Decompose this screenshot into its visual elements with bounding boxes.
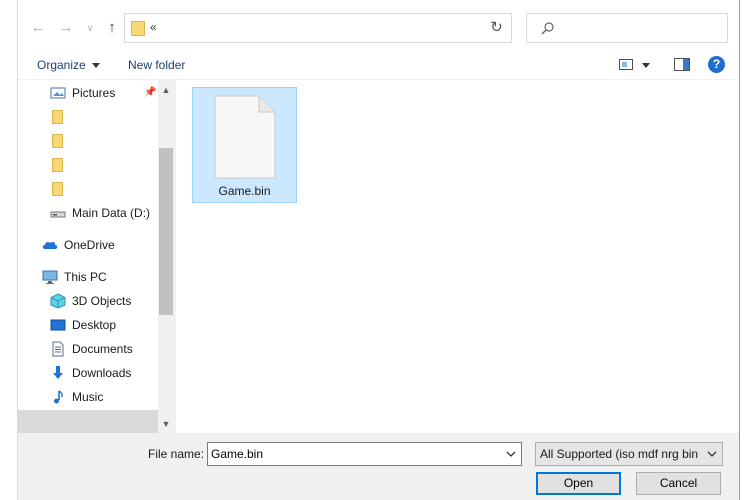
chevron-down-icon[interactable]	[505, 448, 517, 460]
folder-icon	[131, 21, 145, 36]
file-type-filter-value: All Supported (iso mdf nrg bin	[540, 447, 699, 461]
refresh-icon: ↻	[490, 19, 503, 36]
drive-icon	[50, 211, 66, 218]
nav-item-documents[interactable]: Documents	[50, 338, 133, 360]
nav-item-label: 3D Objects	[72, 294, 132, 308]
file-item[interactable]: Game.bin	[192, 87, 297, 203]
help-icon[interactable]: ?	[708, 56, 725, 73]
scroll-down-icon[interactable]: ▼	[158, 416, 174, 433]
new-folder-label: New folder	[128, 58, 186, 72]
pin-icon[interactable]: 📌	[144, 87, 156, 98]
command-bar: Organize New folder ?	[18, 52, 739, 80]
nav-item-label: Pictures	[72, 86, 116, 100]
address-bar[interactable]: «	[124, 13, 575, 43]
nav-scrollbar[interactable]: ▲ ▼	[158, 80, 174, 433]
folder-icon	[52, 110, 63, 124]
folder-icon	[52, 158, 63, 172]
this-pc-icon	[42, 270, 58, 284]
change-view-icon[interactable]	[619, 59, 633, 70]
recent-locations-button[interactable]: ∨	[80, 18, 100, 38]
nav-item-label: Downloads	[72, 366, 132, 380]
nav-item-main-data[interactable]: Main Data (D:)	[50, 202, 150, 224]
folder-icon	[52, 134, 63, 148]
downloads-icon	[53, 366, 63, 379]
forward-arrow-icon: →	[58, 19, 74, 36]
nav-item-label: This PC	[64, 270, 107, 284]
documents-icon	[52, 341, 64, 357]
navigation-pane-footer	[18, 410, 158, 433]
nav-item-folder[interactable]	[52, 178, 69, 200]
onedrive-icon	[42, 241, 58, 249]
chevron-down-icon	[707, 451, 717, 457]
new-folder-button[interactable]: New folder	[128, 58, 185, 72]
address-row: ← → ∨ ↑ « ↻	[18, 0, 739, 52]
nav-item-downloads[interactable]: Downloads	[50, 362, 131, 384]
refresh-button[interactable]: ↻	[482, 13, 512, 43]
desktop-icon	[50, 319, 66, 331]
caret-down-icon	[91, 63, 100, 69]
up-arrow-icon: ↑	[108, 19, 116, 36]
3d-objects-icon	[50, 293, 66, 309]
dialog-footer: File name: Game.bin All Supported (iso m…	[18, 433, 739, 500]
open-file-dialog: ← → ∨ ↑ « ↻ Organize New folder ? Pictur…	[17, 0, 740, 500]
file-type-filter-select[interactable]: All Supported (iso mdf nrg bin	[535, 442, 723, 466]
file-name-label: File name:	[148, 447, 205, 461]
nav-item-pictures[interactable]: Pictures	[50, 82, 115, 104]
nav-item-folder[interactable]	[52, 130, 69, 152]
open-button[interactable]: Open	[536, 472, 621, 495]
preview-pane-icon[interactable]	[674, 58, 690, 71]
folder-icon	[52, 182, 63, 196]
pictures-icon	[50, 87, 66, 99]
forward-button[interactable]: →	[56, 18, 76, 38]
nav-item-label: Main Data (D:)	[72, 206, 151, 220]
nav-item-3d-objects[interactable]: 3D Objects	[50, 290, 131, 312]
cancel-button[interactable]: Cancel	[636, 472, 721, 495]
nav-item-music[interactable]: Music	[50, 386, 103, 408]
back-button[interactable]: ←	[28, 18, 48, 38]
back-arrow-icon: ←	[30, 19, 46, 36]
chevron-down-icon: ∨	[86, 23, 94, 33]
file-name-value: Game.bin	[211, 447, 264, 461]
organize-button[interactable]: Organize	[37, 58, 100, 72]
music-icon	[54, 390, 63, 404]
file-name-label: Game.bin	[218, 184, 271, 198]
search-icon	[541, 22, 554, 35]
up-button[interactable]: ↑	[102, 18, 122, 38]
nav-item-label: Documents	[72, 342, 133, 356]
nav-item-this-pc[interactable]: This PC	[42, 266, 107, 288]
scrollbar-thumb[interactable]	[159, 148, 173, 315]
file-list-view[interactable]: Game.bin	[176, 80, 739, 433]
breadcrumb[interactable]: «	[150, 20, 157, 34]
navigation-pane: Pictures 📌 Main Data (D:) OneDrive This …	[18, 80, 158, 410]
nav-item-desktop[interactable]: Desktop	[50, 314, 116, 336]
nav-item-label: Music	[72, 390, 104, 404]
nav-item-label: Desktop	[72, 318, 117, 332]
view-options-dropdown-icon[interactable]	[642, 63, 650, 68]
search-input[interactable]	[526, 13, 728, 43]
scroll-up-icon[interactable]: ▲	[158, 82, 174, 99]
file-icon	[214, 95, 276, 179]
organize-label: Organize	[37, 58, 86, 72]
nav-item-folder[interactable]	[52, 154, 69, 176]
file-name-input[interactable]: Game.bin	[207, 442, 522, 466]
nav-item-folder[interactable]	[52, 106, 69, 128]
nav-item-label: OneDrive	[64, 238, 115, 252]
nav-item-onedrive[interactable]: OneDrive	[42, 234, 115, 256]
